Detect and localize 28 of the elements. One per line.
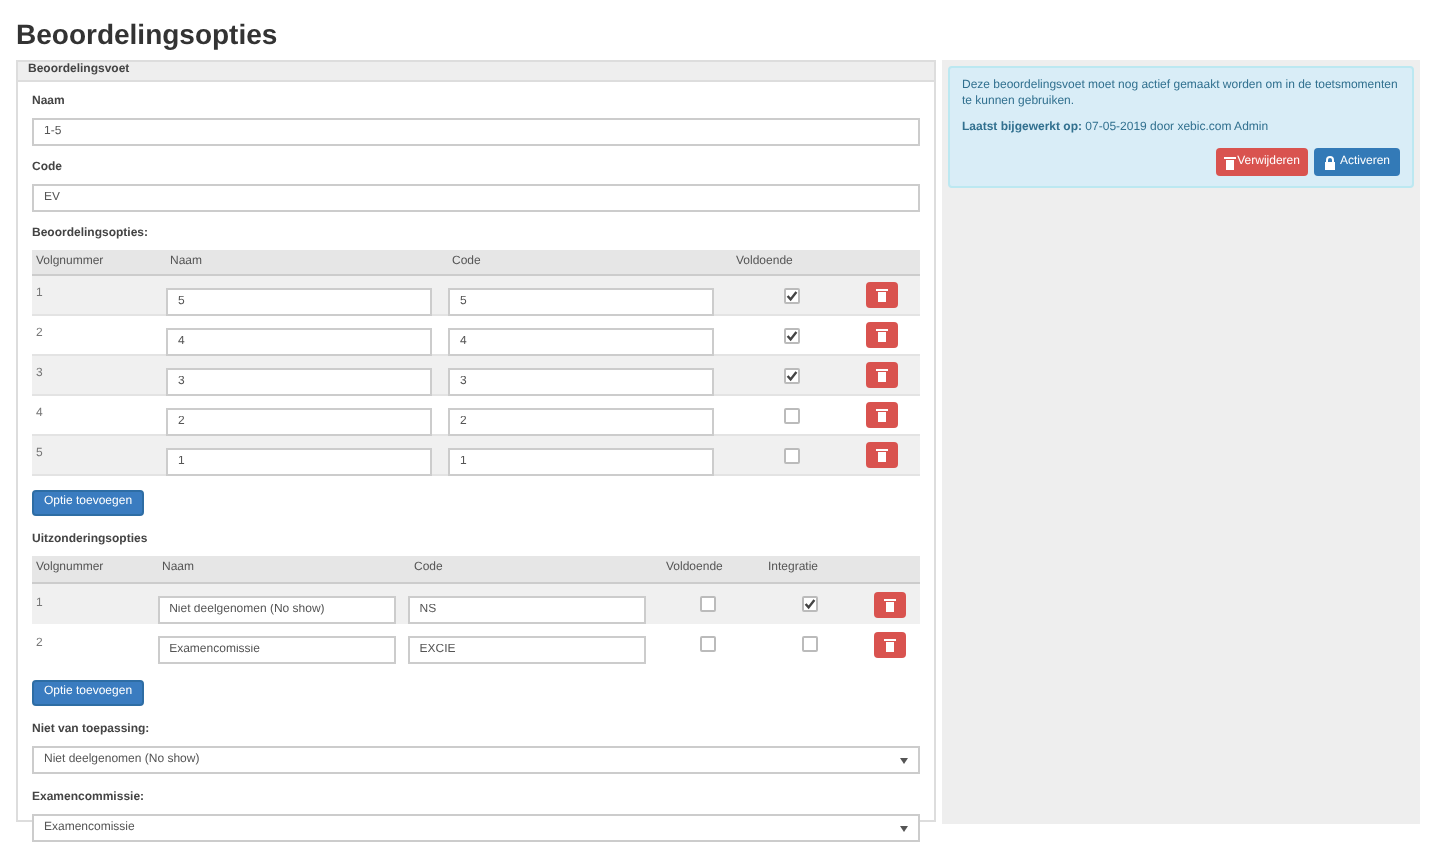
delete-button[interactable] xyxy=(866,402,898,428)
delete-button[interactable] xyxy=(866,362,898,388)
trash-icon xyxy=(1223,155,1236,169)
delete-button[interactable] xyxy=(874,591,907,617)
trash-icon xyxy=(876,288,888,302)
trash-icon xyxy=(876,448,888,462)
lock-icon xyxy=(1323,155,1336,169)
delete-button[interactable] xyxy=(866,442,898,468)
checkbox[interactable] xyxy=(784,447,800,463)
trash-icon xyxy=(876,408,888,422)
page-title: Beoordelingsopties xyxy=(14,16,280,54)
checkbox[interactable] xyxy=(700,596,717,612)
trash-icon xyxy=(884,637,897,651)
trash-icon xyxy=(884,597,897,611)
trash-icon xyxy=(876,368,888,382)
checkbox[interactable] xyxy=(801,636,818,652)
dropdown-arrow-icon xyxy=(900,825,908,831)
trash-icon xyxy=(876,328,888,342)
delete-button[interactable] xyxy=(866,282,898,308)
checkbox[interactable] xyxy=(700,636,717,652)
delete-button[interactable] xyxy=(866,322,898,348)
checkbox[interactable] xyxy=(784,327,800,343)
checkbox[interactable] xyxy=(801,596,818,612)
checkbox[interactable] xyxy=(784,367,800,383)
dropdown-arrow-icon xyxy=(900,757,908,763)
checkbox[interactable] xyxy=(784,287,800,303)
checkbox[interactable] xyxy=(784,407,800,423)
delete-button[interactable] xyxy=(874,631,907,657)
